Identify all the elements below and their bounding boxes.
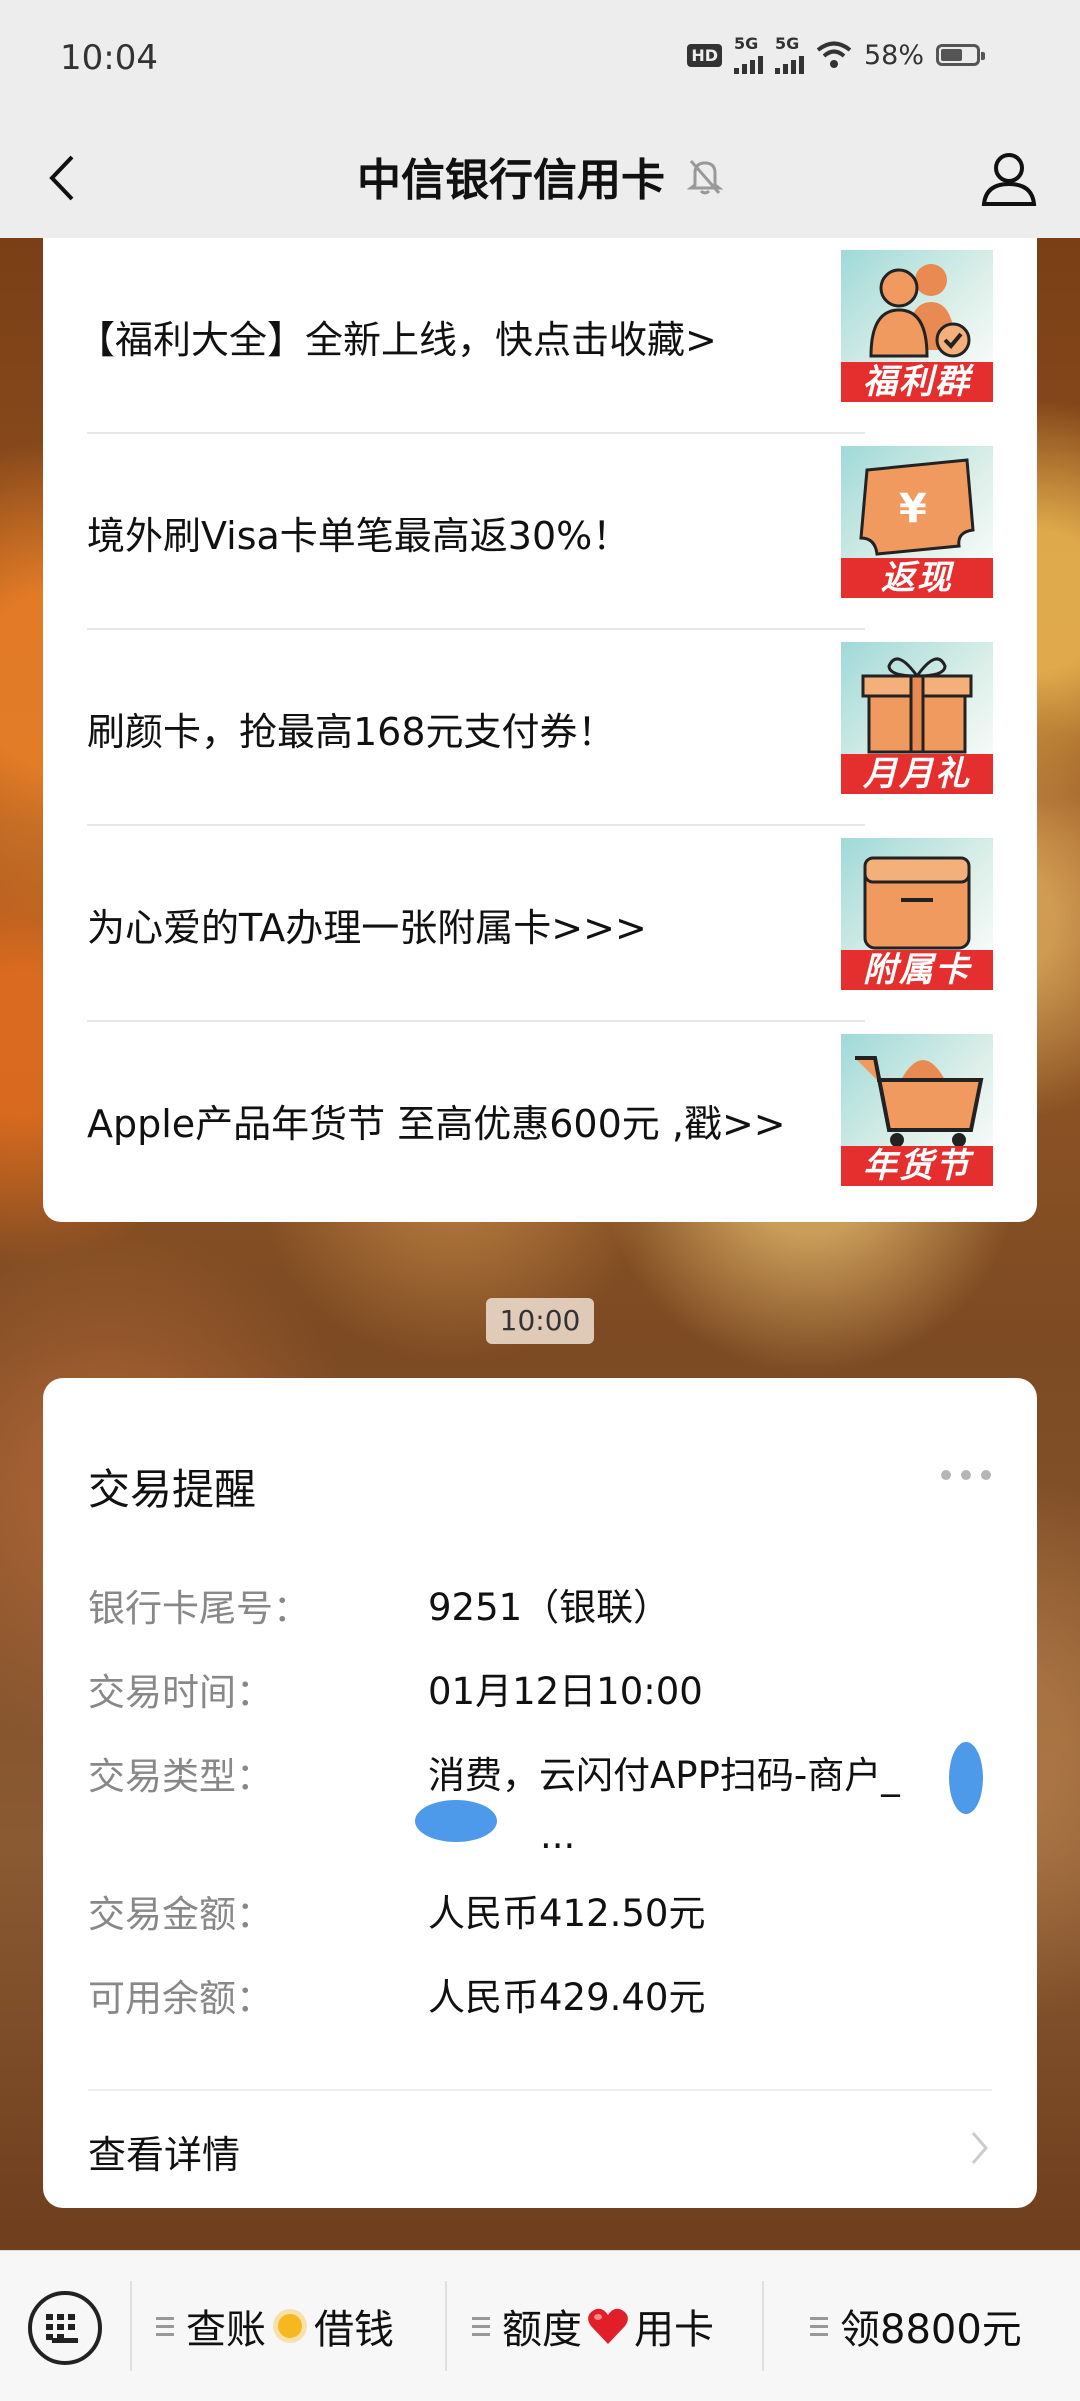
menu-list-icon xyxy=(156,2316,174,2336)
field-label: 交易金额： xyxy=(88,1893,273,1936)
battery-icon xyxy=(936,44,985,66)
menu-limit-use-card[interactable]: 额度 用卡 xyxy=(472,2251,714,2401)
promo-item[interactable]: Apple产品年货节 至高优惠600元 ,戳>> 年货节 xyxy=(87,1022,993,1218)
menu-label: 用卡 xyxy=(634,2307,714,2353)
redaction-mark xyxy=(949,1742,983,1814)
promo-item[interactable]: 【福利大全】全新上线，快点击收藏> 福利群 xyxy=(77,238,993,434)
promo-thumbnail: ¥ 返现 xyxy=(841,446,993,598)
promo-thumbnail: 月月礼 xyxy=(841,642,993,794)
field-value-ellipsis: ... xyxy=(540,1814,576,1857)
promo-text: 境外刷Visa卡单笔最高返30%！ xyxy=(87,513,631,558)
more-dots-icon xyxy=(941,1470,951,1480)
menu-list-icon xyxy=(472,2316,490,2336)
svg-text:¥: ¥ xyxy=(899,486,927,532)
keyboard-toggle-button[interactable] xyxy=(28,2291,102,2365)
profile-icon xyxy=(981,153,1037,206)
menu-label: 借钱 xyxy=(314,2307,394,2353)
promo-item[interactable]: 刷颜卡，抢最高168元支付券！ 月月礼 xyxy=(87,630,993,826)
network-label: 5G xyxy=(774,34,800,53)
wifi-icon xyxy=(816,41,852,68)
sun-emoji-icon xyxy=(270,2306,310,2346)
menu-label: 额度 xyxy=(502,2307,582,2353)
field-label: 交易类型： xyxy=(88,1755,273,1798)
promo-text: 【福利大全】全新上线，快点击收藏> xyxy=(77,317,717,362)
view-details-link[interactable]: 查看详情 xyxy=(88,2090,997,2200)
promo-item[interactable]: 境外刷Visa卡单笔最高返30%！ ¥ 返现 xyxy=(87,434,993,630)
bottom-menu-bar: 查账 借钱 额度 用卡 领8800元 xyxy=(0,2250,1080,2401)
field-value: 01月12日10:00 xyxy=(428,1670,703,1713)
signal-icon: 5G xyxy=(774,34,804,74)
redaction-mark xyxy=(415,1800,497,1842)
field-label: 交易时间： xyxy=(88,1671,273,1714)
promo-badge: 年货节 xyxy=(841,1146,993,1186)
menu-label: 查账 xyxy=(186,2307,266,2353)
heart-emoji-icon xyxy=(588,2308,628,2344)
signal-icon: 5G xyxy=(733,34,763,74)
promo-text: 为心爱的TA办理一张附属卡>>> xyxy=(87,905,647,950)
menu-check-bill-borrow[interactable]: 查账 借钱 xyxy=(156,2251,394,2401)
battery-percent: 58% xyxy=(863,39,924,71)
keyboard-icon xyxy=(46,2314,84,2340)
profile-button[interactable] xyxy=(974,144,1044,214)
hd-icon: HD xyxy=(687,43,722,67)
divider xyxy=(130,2281,132,2371)
network-label: 5G xyxy=(733,34,759,53)
promo-badge: 附属卡 xyxy=(841,950,993,990)
divider xyxy=(762,2281,764,2371)
field-value: 人民币412.50元 xyxy=(428,1892,706,1935)
field-value: 9251（银联） xyxy=(428,1586,671,1629)
field-label: 可用余额： xyxy=(88,1977,273,2020)
promo-text: Apple产品年货节 至高优惠600元 ,戳>> xyxy=(87,1101,786,1146)
field-value-text: 消费，云闪付APP扫码-商户_ xyxy=(428,1754,900,1797)
menu-claim-bonus[interactable]: 领8800元 xyxy=(810,2251,1022,2401)
field-value: 消费，云闪付APP扫码-商户_ ... xyxy=(428,1746,988,1866)
field-label: 银行卡尾号： xyxy=(88,1587,310,1630)
promo-text: 刷颜卡，抢最高168元支付券！ xyxy=(87,709,616,754)
promo-thumbnail: 年货节 xyxy=(841,1034,993,1186)
promo-badge: 返现 xyxy=(841,558,993,598)
promo-thumbnail: 附属卡 xyxy=(841,838,993,990)
view-details-label: 查看详情 xyxy=(88,2133,241,2177)
title-bar: 中信银行信用卡 xyxy=(0,120,1080,238)
message-timestamp: 10:00 xyxy=(486,1298,594,1344)
promo-badge: 月月礼 xyxy=(841,754,993,794)
promo-item[interactable]: 为心爱的TA办理一张附属卡>>> 附属卡 xyxy=(87,826,993,1022)
transaction-title: 交易提醒 xyxy=(88,1465,257,1514)
transaction-card: 交易提醒 银行卡尾号： 9251（银联） 交易时间： 01月12日10:00 交… xyxy=(43,1378,1037,2208)
chevron-right-icon xyxy=(971,2132,988,2164)
promo-badge: 福利群 xyxy=(841,362,993,402)
divider xyxy=(445,2281,447,2371)
promo-card: 【福利大全】全新上线，快点击收藏> 福利群 境外刷Visa卡单笔最高返30%！ … xyxy=(43,238,1037,1222)
menu-label: 领8800元 xyxy=(840,2307,1022,2353)
menu-list-icon xyxy=(810,2316,828,2336)
more-options-button[interactable] xyxy=(941,1470,991,1480)
status-time: 10:04 xyxy=(60,38,158,78)
promo-thumbnail: 福利群 xyxy=(841,250,993,402)
field-value: 人民币429.40元 xyxy=(428,1976,706,2019)
status-icons: HD 5G 5G 58% xyxy=(687,34,985,74)
bell-muted-icon xyxy=(687,160,723,195)
status-bar: 10:04 HD 5G 5G 58% xyxy=(0,0,1080,120)
page-title: 中信银行信用卡 xyxy=(357,155,665,206)
